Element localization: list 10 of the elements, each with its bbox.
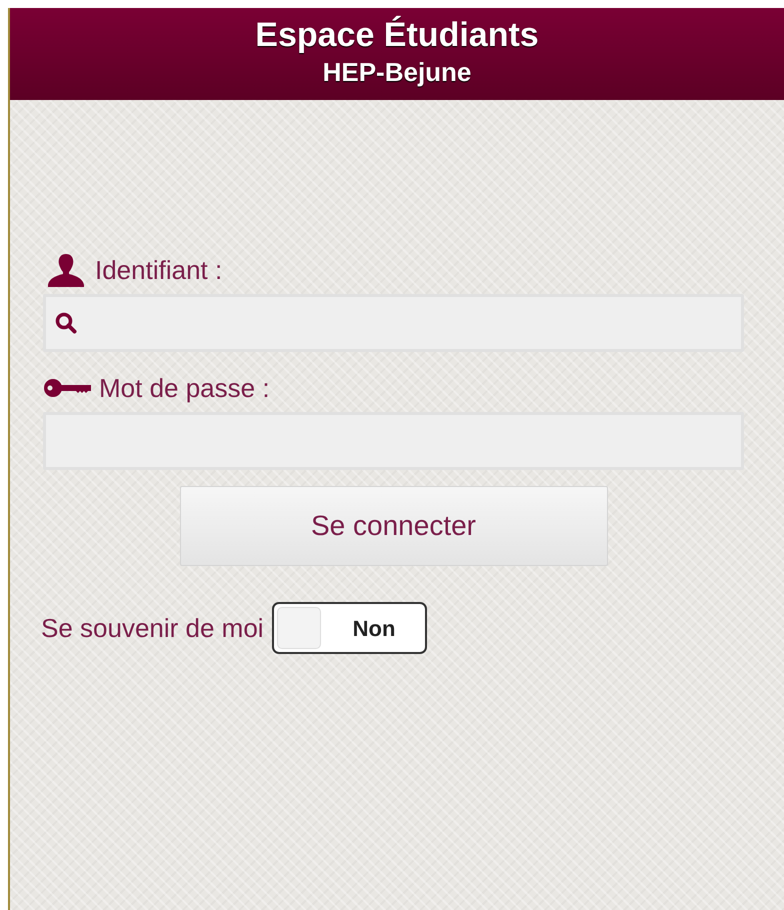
field-label: Mot de passe : xyxy=(99,372,270,404)
field-label: Identifiant : xyxy=(95,254,222,286)
remember-toggle[interactable]: Non xyxy=(272,602,427,654)
search-icon xyxy=(54,311,78,335)
page-title: Espace Étudiants xyxy=(255,16,539,54)
remember-label: Se souvenir de moi xyxy=(41,612,264,644)
login-button[interactable]: Se connecter xyxy=(180,486,608,566)
page-subtitle: HEP-Bejune xyxy=(322,57,472,87)
username-field[interactable] xyxy=(43,294,744,352)
key-icon xyxy=(43,377,93,399)
